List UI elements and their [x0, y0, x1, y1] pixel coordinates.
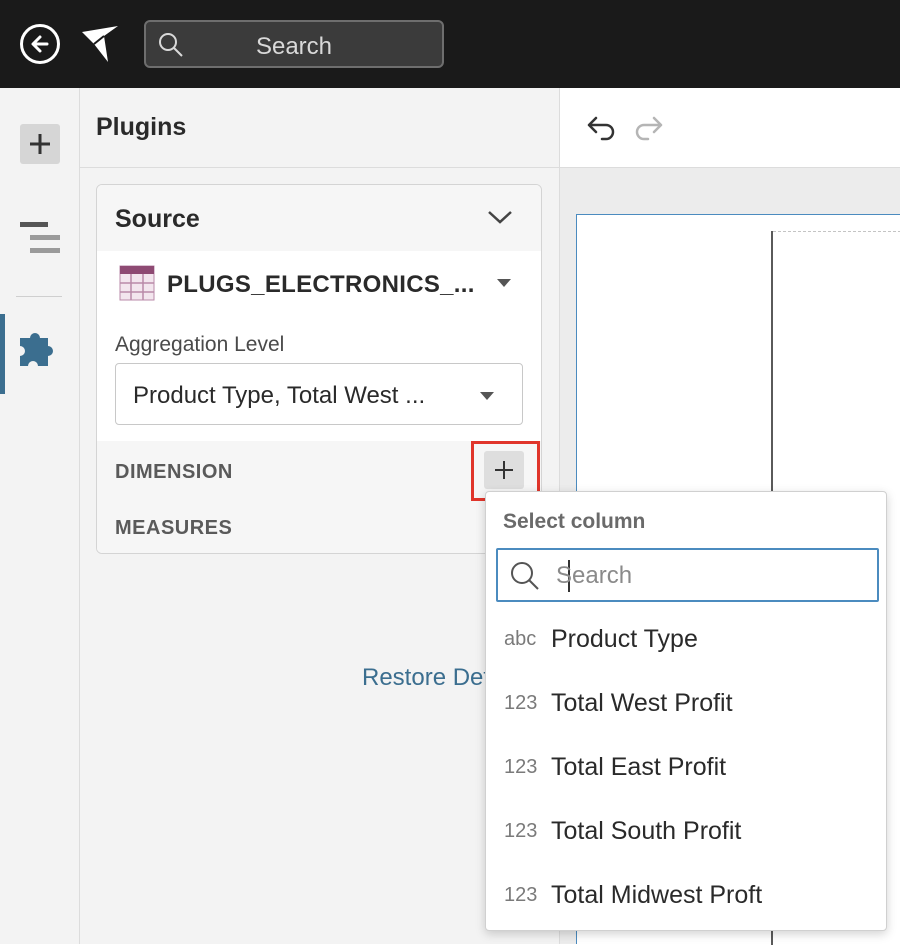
arrow-left-icon	[31, 35, 49, 53]
active-indicator	[0, 314, 5, 394]
left-rail	[0, 88, 80, 944]
caret-down-icon	[497, 279, 511, 287]
column-type-label: 123	[504, 884, 538, 906]
plus-icon	[495, 461, 513, 479]
aggregation-value: Product Type, Total West ...	[133, 382, 426, 409]
add-dimension-button[interactable]	[484, 451, 524, 489]
column-name: Total West Profit	[551, 689, 733, 717]
column-type-label: 123	[504, 820, 538, 842]
logo-icon[interactable]	[78, 22, 122, 66]
column-search[interactable]	[496, 548, 879, 602]
back-button[interactable]	[20, 24, 60, 64]
column-search-input[interactable]	[556, 558, 866, 594]
global-search-placeholder: Search	[255, 33, 333, 60]
measures-label: MEASURES	[115, 517, 233, 539]
source-table-name: PLUGS_ELECTRONICS_...	[167, 271, 475, 298]
column-option[interactable]: 123 Total South Profit	[486, 804, 886, 868]
layers-icon[interactable]	[20, 220, 62, 256]
column-option[interactable]: abc Product Type	[486, 612, 886, 676]
aggregation-label: Aggregation Level	[115, 333, 285, 356]
select-column-dropdown: Select column abc Product Type 123 Total…	[485, 491, 887, 931]
dimension-label: DIMENSION	[115, 461, 233, 483]
global-search[interactable]: Search	[144, 20, 444, 68]
column-name: Total South Profit	[551, 817, 742, 845]
column-type-label: 123	[504, 692, 538, 714]
column-option[interactable]: 123 Total East Profit	[486, 740, 886, 804]
canvas-toolbar	[560, 88, 900, 168]
undo-icon[interactable]	[586, 114, 616, 142]
table-icon	[119, 265, 155, 301]
plus-icon	[30, 134, 50, 154]
rail-divider	[16, 296, 62, 297]
column-option[interactable]: 123 Total Midwest Proft	[486, 868, 886, 932]
top-bar: Search	[0, 0, 900, 88]
column-type-label: 123	[504, 756, 538, 778]
source-card-header[interactable]: Source	[97, 185, 541, 251]
panel-header: Plugins	[80, 88, 559, 168]
column-name: Product Type	[551, 625, 698, 653]
puzzle-icon[interactable]	[16, 328, 58, 370]
caret-down-icon	[480, 392, 494, 400]
aggregation-select[interactable]: Product Type, Total West ...	[115, 363, 523, 425]
column-name: Total Midwest Proft	[551, 881, 763, 909]
source-title: Source	[115, 205, 200, 233]
panel-title: Plugins	[96, 113, 187, 141]
chevron-down-icon[interactable]	[487, 209, 513, 225]
add-element-button[interactable]	[20, 124, 60, 164]
search-icon	[511, 562, 539, 590]
column-type-label: abc	[504, 628, 537, 650]
canvas-dashed-line	[773, 231, 900, 232]
source-selector[interactable]: PLUGS_ELECTRONICS_...	[97, 251, 541, 317]
redo-icon[interactable]	[634, 114, 664, 142]
column-name: Total East Profit	[551, 753, 727, 781]
column-option[interactable]: 123 Total West Profit	[486, 676, 886, 740]
dropdown-title: Select column	[503, 510, 646, 533]
